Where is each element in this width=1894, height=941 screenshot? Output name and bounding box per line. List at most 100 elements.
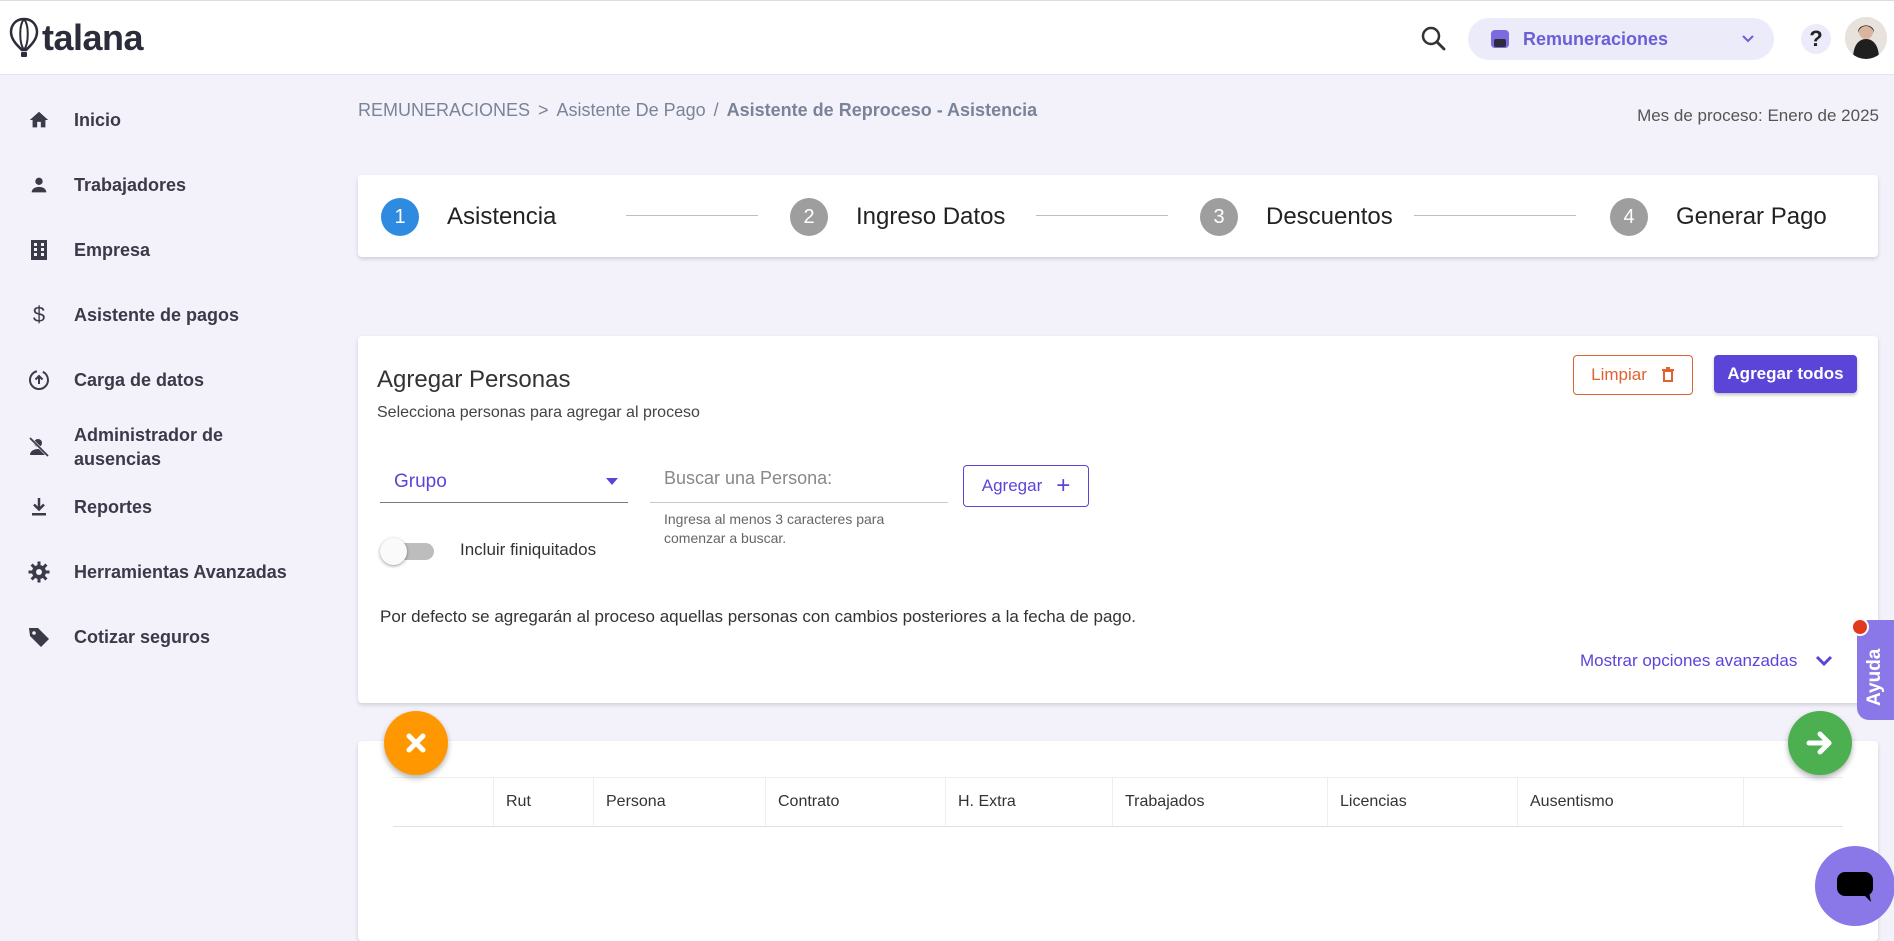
step-number: 3 [1200,198,1238,236]
gear-icon [26,559,52,585]
sidebar-item-reportes[interactable]: Reportes [0,492,330,522]
step-connector [1414,215,1576,216]
download-icon [26,494,52,520]
sidebar-item-empresa[interactable]: Empresa [0,235,330,265]
step-number: 2 [790,198,828,236]
sidebar-item-carga-datos[interactable]: Carga de datos [0,365,330,395]
breadcrumb-separator: / [713,100,719,120]
step-connector [626,215,758,216]
module-selector[interactable]: Remuneraciones [1468,18,1774,60]
add-person-button-label: Agregar [981,476,1043,495]
chevron-down-icon [1742,35,1754,43]
table-column-header[interactable]: Rut [493,778,593,826]
sidebar-item-label: Herramientas Avanzadas [74,562,287,582]
toggle-knob [380,538,407,565]
clear-button[interactable]: Limpiar [1573,355,1693,395]
cancel-fab-button[interactable] [384,711,448,775]
step-generar-pago[interactable]: 4 Generar Pago [1610,198,1827,236]
sidebar-item-herramientas-avanzadas[interactable]: Herramientas Avanzadas [0,557,330,587]
help-tab-label: Ayuda [1864,648,1885,706]
include-terminated-toggle[interactable] [380,536,438,566]
person-search-field [650,461,948,503]
avatar[interactable] [1845,17,1887,59]
show-advanced-options-link[interactable]: Mostrar opciones avanzadas [1580,651,1833,671]
step-label: Ingreso Datos [856,203,1006,230]
step-number: 4 [1610,198,1648,236]
caret-down-icon [606,478,618,485]
sidebar-item-inicio[interactable]: Inicio [0,105,330,135]
group-select-value: Grupo [394,471,447,492]
search-hint: Ingresa al menos 3 caracteres para comen… [664,511,885,546]
sidebar-item-trabajadores[interactable]: Trabajadores [0,170,330,200]
step-label: Asistencia [447,203,557,230]
sidebar-item-label: Carga de datos [74,370,205,390]
sidebar-item-label: Inicio [74,110,122,130]
clear-button-label: Limpiar [1591,365,1647,384]
stepper: 1 Asistencia 2 Ingreso Datos 3 Descuento… [358,175,1878,257]
step-ingreso-datos[interactable]: 2 Ingreso Datos [790,198,1005,236]
sidebar-item-cotizar-seguros[interactable]: Cotizar seguros [0,622,330,652]
sidebar-item-label: Reportes [74,497,153,517]
sidebar-item-label: Empresa [74,240,151,260]
breadcrumb-current: Asistente de Reproceso - Asistencia [726,100,1038,120]
breadcrumb: REMUNERACIONES > Asistente De Pago / Asisten… [358,100,1037,121]
module-icon [1491,30,1509,48]
user-photo-icon [1845,17,1887,59]
sidebar-item-label: Asistente de pagos [74,305,240,325]
sidebar-item-label: Cotizar seguros [74,627,211,647]
card-title: Agregar Personas [377,366,571,393]
trash-icon [1661,367,1674,382]
step-connector [1036,215,1168,216]
plus-icon: + [1056,472,1071,499]
table-column-header[interactable]: Ausentismo [1517,778,1743,826]
breadcrumb-root[interactable]: REMUNERACIONES [358,100,530,120]
notification-dot [1851,618,1869,636]
module-selector-label: Remuneraciones [1523,28,1669,49]
next-fab-button[interactable] [1788,711,1852,775]
building-icon [26,237,52,263]
advanced-link-label: Mostrar opciones avanzadas [1580,651,1798,670]
breadcrumb-parent[interactable]: Asistente De Pago [557,100,706,120]
sidebar-item-asistente-pagos[interactable]: $ Asistente de pagos [0,300,330,330]
person-search-input[interactable] [662,467,946,490]
table-header: Rut Persona Contrato H. Extra Trabajados… [393,777,1843,827]
step-label: Descuentos [1266,203,1393,230]
chat-button[interactable] [1815,846,1894,926]
sidebar-item-administrador-ausencias[interactable]: Administrador de ausencias [0,420,330,474]
table-column-header[interactable]: Licencias [1327,778,1517,826]
add-person-button[interactable]: Agregar + [963,465,1089,507]
search-icon [1421,26,1446,51]
process-month: Mes de proceso: Enero de 2025 [1637,106,1879,125]
add-all-button[interactable]: Agregar todos [1714,355,1857,393]
chevron-down-icon [1816,655,1833,667]
home-icon [26,107,52,133]
results-table-card: Rut Persona Contrato H. Extra Trabajados… [358,741,1878,941]
step-label: Generar Pago [1676,203,1827,230]
upload-circle-icon [26,367,52,393]
talana-logo[interactable]: talana [8,17,144,59]
include-terminated-label: Incluir finiquitados [460,540,597,559]
breadcrumb-separator: > [538,100,549,120]
table-column-header[interactable]: Persona [593,778,765,826]
table-column-header[interactable]: Contrato [765,778,945,826]
card-subtitle: Selecciona personas para agregar al proc… [377,404,700,421]
sidebar-item-label: Administrador de ausencias [74,425,224,469]
person-icon [26,172,52,198]
top-bar: talana Remuneraciones ? [0,0,1894,75]
add-people-card: Agregar Personas Selecciona personas par… [358,336,1878,703]
sidebar-item-label: Trabajadores [74,175,187,195]
arrow-right-icon [1806,731,1832,755]
tag-icon [26,624,52,650]
person-off-icon [26,434,52,460]
group-select[interactable]: Grupo [380,461,628,503]
default-note: Por defecto se agregarán al proceso aque… [380,607,1137,626]
table-column-header [393,778,493,826]
dollar-icon: $ [32,302,46,327]
table-column-header [1743,778,1843,826]
step-descuentos[interactable]: 3 Descuentos [1200,198,1393,236]
table-column-header[interactable]: Trabajados [1112,778,1327,826]
search-button[interactable] [1418,23,1450,55]
help-button[interactable]: ? [1801,24,1831,54]
table-column-header[interactable]: H. Extra [945,778,1112,826]
step-asistencia[interactable]: 1 Asistencia [381,198,556,236]
